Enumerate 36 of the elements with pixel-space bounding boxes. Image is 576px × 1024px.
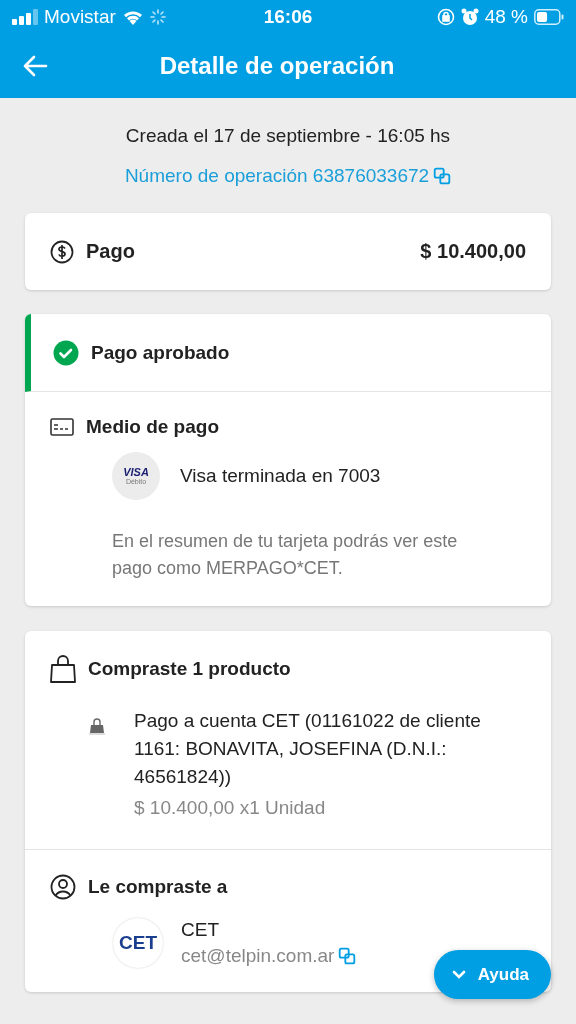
payment-amount: $ 10.400,00 bbox=[420, 240, 526, 263]
product-description: Pago a cuenta CET (01161022 de cliente 1161: BONAVITA, JOSEFINA (D.N.I.: 46561824)) bbox=[134, 709, 482, 789]
section-title: Medio de pago bbox=[86, 416, 219, 438]
loading-icon bbox=[149, 9, 166, 25]
copy-icon[interactable] bbox=[433, 167, 452, 185]
card-icon bbox=[50, 418, 74, 436]
statement-note: En el resumen de tu tarjeta podrás ver este pago como MERPAGO*CET. bbox=[112, 530, 459, 580]
payment-label: Pago bbox=[86, 240, 136, 263]
creation-date: Creada el 17 de septiembre - 16:05 hs bbox=[124, 125, 452, 147]
dollar-icon bbox=[50, 239, 74, 264]
help-button[interactable]: Ayuda bbox=[433, 950, 551, 999]
wifi-icon bbox=[121, 9, 144, 25]
page-title: Detalle de operación bbox=[158, 52, 396, 80]
rotation-lock-icon bbox=[436, 8, 455, 26]
back-arrow-icon[interactable] bbox=[22, 55, 48, 77]
check-circle-icon bbox=[53, 339, 79, 366]
battery-icon bbox=[534, 9, 564, 25]
signal-icon bbox=[12, 9, 38, 25]
card-description: Visa terminada en 7003 bbox=[180, 465, 381, 487]
alarm-icon bbox=[460, 8, 479, 26]
user-icon bbox=[50, 874, 76, 900]
clock-time: 16:06 bbox=[262, 6, 314, 28]
shopping-bag-icon bbox=[50, 655, 76, 683]
seller-logo: CET bbox=[113, 918, 163, 968]
operation-number[interactable]: Número de operación 63876033672 bbox=[124, 165, 430, 187]
chevron-down-icon bbox=[451, 969, 466, 980]
seller-email: cet@telpin.com.ar bbox=[181, 945, 335, 967]
battery-percent: 48 % bbox=[484, 6, 528, 28]
carrier-name: Movistar bbox=[44, 6, 116, 28]
section-title: Compraste 1 producto bbox=[88, 658, 291, 680]
copy-icon[interactable] bbox=[338, 947, 357, 965]
seller-name: CET bbox=[181, 919, 220, 941]
product-icon bbox=[88, 717, 106, 735]
section-title: Le compraste a bbox=[88, 876, 228, 898]
status-label: Pago aprobado bbox=[91, 341, 230, 364]
product-price: $ 10.400,00 x1 Unidad bbox=[134, 797, 327, 819]
